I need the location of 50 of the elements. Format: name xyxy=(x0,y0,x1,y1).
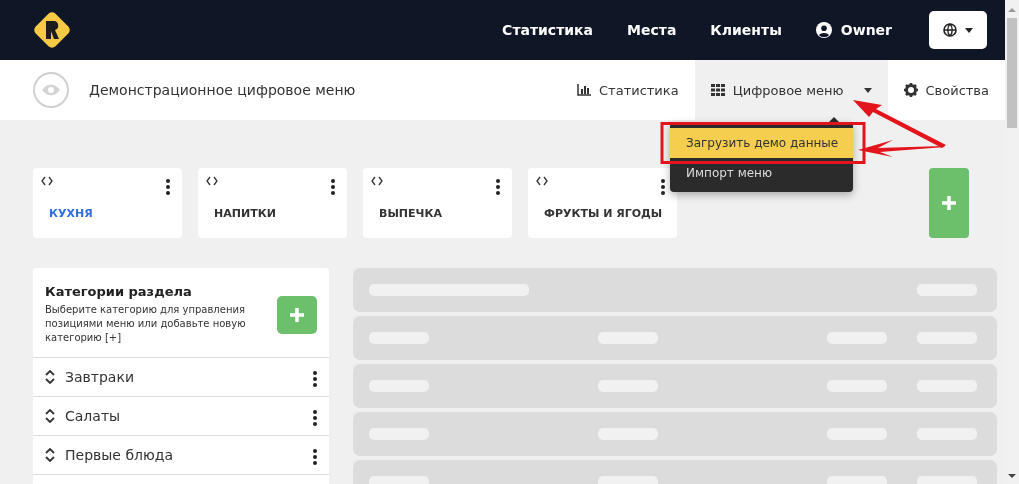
code-icon xyxy=(536,176,548,186)
panel-description: Выберите категорию для управления позициями меню или добавьте новую категорию [+] xyxy=(45,303,247,345)
category-item[interactable]: Первые блюда xyxy=(33,436,329,475)
caret-icon xyxy=(965,27,973,33)
page-title: Демонстрационное цифровое меню xyxy=(89,82,356,98)
more-icon[interactable] xyxy=(331,179,335,195)
tab[interactable]: Цифровое меню xyxy=(694,60,888,120)
more-icon[interactable] xyxy=(166,179,170,195)
tab[interactable]: Свойства xyxy=(887,60,1005,120)
more-icon[interactable] xyxy=(661,179,665,195)
code-icon xyxy=(371,176,383,186)
section-label: НАПИТКИ xyxy=(214,207,277,220)
bar-chart-icon xyxy=(577,83,591,97)
more-icon[interactable] xyxy=(313,448,317,465)
section-card[interactable]: ФРУКТЫ И ЯГОДЫ xyxy=(528,168,677,238)
section-card[interactable]: НАПИТКИ xyxy=(198,168,347,238)
sort-icon xyxy=(45,409,55,423)
nav-link[interactable]: Статистика xyxy=(502,22,594,38)
pointer-icon xyxy=(829,117,839,122)
language-button[interactable] xyxy=(929,11,987,49)
scroll-up-icon xyxy=(1008,8,1016,12)
globe-icon xyxy=(943,23,957,37)
sort-icon xyxy=(45,370,55,384)
nav-link[interactable]: Клиенты xyxy=(710,22,782,38)
scroll-thumb[interactable] xyxy=(1007,18,1017,128)
user-icon xyxy=(815,22,832,38)
section-card[interactable]: КУХНЯ xyxy=(33,168,182,238)
menu-item[interactable]: Загрузить демо данные xyxy=(670,128,853,158)
sort-icon xyxy=(45,448,55,462)
user-link[interactable]: Owner xyxy=(815,22,892,38)
section-card[interactable]: ВЫПЕЧКА xyxy=(363,168,512,238)
nav-link[interactable]: Места xyxy=(627,22,677,38)
more-icon[interactable] xyxy=(496,179,500,195)
section-label: ВЫПЕЧКА xyxy=(379,207,443,220)
section-label: КУХНЯ xyxy=(49,207,94,220)
plus-icon xyxy=(942,196,956,210)
settings-icon xyxy=(903,83,918,97)
more-icon[interactable] xyxy=(313,409,317,426)
code-icon xyxy=(41,176,53,186)
eye-icon xyxy=(33,72,69,108)
plus-icon xyxy=(290,307,304,322)
more-icon[interactable] xyxy=(313,370,317,387)
category-item[interactable]: Завтраки xyxy=(33,358,329,397)
tab[interactable]: Статистика xyxy=(561,60,695,120)
grid-icon xyxy=(710,83,725,97)
section-label: ФРУКТЫ И ЯГОДЫ xyxy=(544,207,664,220)
scroll-down-icon xyxy=(1008,474,1016,478)
category-item[interactable]: Салаты xyxy=(33,397,329,436)
code-icon xyxy=(206,176,218,186)
panel-title: Категории раздела xyxy=(45,284,193,299)
